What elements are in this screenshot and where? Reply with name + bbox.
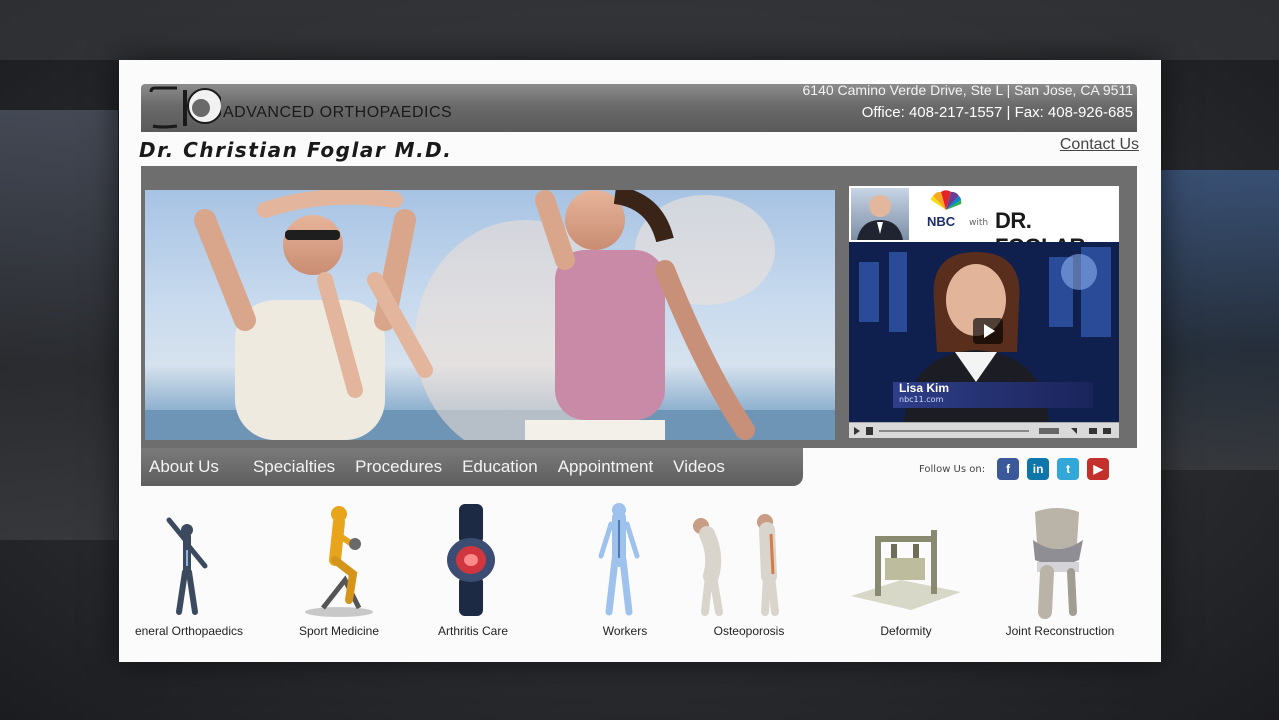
specialty-label: Deformity <box>880 624 932 638</box>
play-icon[interactable] <box>973 318 1003 344</box>
with-text: with <box>969 218 989 228</box>
posture-figures-icon <box>693 514 779 616</box>
specialty-label: Workers <box>602 624 648 638</box>
specialty-arthritis-care[interactable]: Arthritis Care <box>423 500 523 638</box>
specialty-label: Osteoporosis <box>713 624 785 638</box>
header-bar: ADVANCED ORTHOPAEDICS 6140 Camino Verde … <box>141 82 1137 132</box>
specialty-label: eneral Orthopaedics <box>134 624 244 638</box>
specialty-sport-medicine[interactable]: Sport Medicine <box>289 500 389 638</box>
youtube-icon[interactable]: ▶ <box>1087 458 1110 480</box>
nav-specialties[interactable]: Specialties <box>229 457 345 477</box>
skeleton-figure-icon <box>166 517 208 615</box>
video-frame: Lisa Kim nbc11.com <box>849 242 1119 422</box>
anchor-site: nbc11.com <box>899 395 944 404</box>
specialty-deformity[interactable]: Deformity <box>841 500 971 638</box>
specialty-general-orthopaedics[interactable]: eneral Orthopaedics <box>135 500 243 638</box>
knee-implant-icon <box>1033 508 1083 619</box>
social-links: Follow Us on: f in t ▶ <box>919 458 1110 480</box>
follow-us-label: Follow Us on: <box>919 463 986 475</box>
website-frame: ADVANCED ORTHOPAEDICS 6140 Camino Verde … <box>119 60 1161 662</box>
anchor-name: Lisa Kim <box>899 381 950 395</box>
doctor-name: Dr. Christian Foglar M.D. <box>139 138 453 162</box>
logo-icon <box>147 86 223 130</box>
specialty-osteoporosis[interactable]: Osteoporosis <box>679 500 819 638</box>
knee-joint-icon <box>447 504 495 616</box>
specialty-label: Sport Medicine <box>298 624 380 638</box>
background-blur-top <box>0 0 1279 60</box>
facebook-icon[interactable]: f <box>997 458 1020 480</box>
video-player[interactable]: NBC with DR. FOGLAR L <box>849 186 1119 438</box>
linkedin-icon[interactable]: in <box>1027 458 1050 480</box>
hero-stage: NBC with DR. FOGLAR L <box>141 166 1137 448</box>
address-text: 6140 Camino Verde Drive, Ste L | San Jos… <box>802 82 1134 98</box>
hero-image <box>145 190 835 440</box>
main-nav: About Us Specialties Procedures Educatio… <box>141 448 803 486</box>
specialty-label: Arthritis Care <box>437 624 508 638</box>
cyclist-figure-icon <box>305 506 373 617</box>
spine-figure-icon <box>598 503 640 616</box>
traction-device-icon <box>851 530 961 610</box>
nav-videos[interactable]: Videos <box>663 457 735 477</box>
background-blur-left <box>0 110 118 540</box>
nav-education[interactable]: Education <box>452 457 548 477</box>
phone-fax-text: Office: 408-217-1557 | Fax: 408-926-685 <box>861 104 1133 121</box>
specialties-row: eneral Orthopaedics Sport Medicine Arthr… <box>119 500 1161 650</box>
twitter-icon[interactable]: t <box>1057 458 1080 480</box>
doctor-photo <box>851 188 909 240</box>
nav-procedures[interactable]: Procedures <box>345 457 452 477</box>
specialty-workers[interactable]: Workers <box>575 500 675 638</box>
network-name: NBC <box>927 214 956 229</box>
video-header: NBC with DR. FOGLAR <box>849 186 1119 259</box>
specialty-joint-reconstruction[interactable]: Joint Reconstruction <box>1005 500 1115 638</box>
video-controls[interactable] <box>849 422 1119 438</box>
background-blur-right <box>1161 170 1279 470</box>
brand-name: ADVANCED ORTHOPAEDICS <box>223 104 453 121</box>
nav-about-us[interactable]: About Us <box>141 457 229 477</box>
specialty-label: Joint Reconstruction <box>1005 624 1115 638</box>
contact-us-link[interactable]: Contact Us <box>1060 136 1139 154</box>
nbc-peacock-icon <box>931 190 962 210</box>
nav-appointment[interactable]: Appointment <box>548 457 663 477</box>
